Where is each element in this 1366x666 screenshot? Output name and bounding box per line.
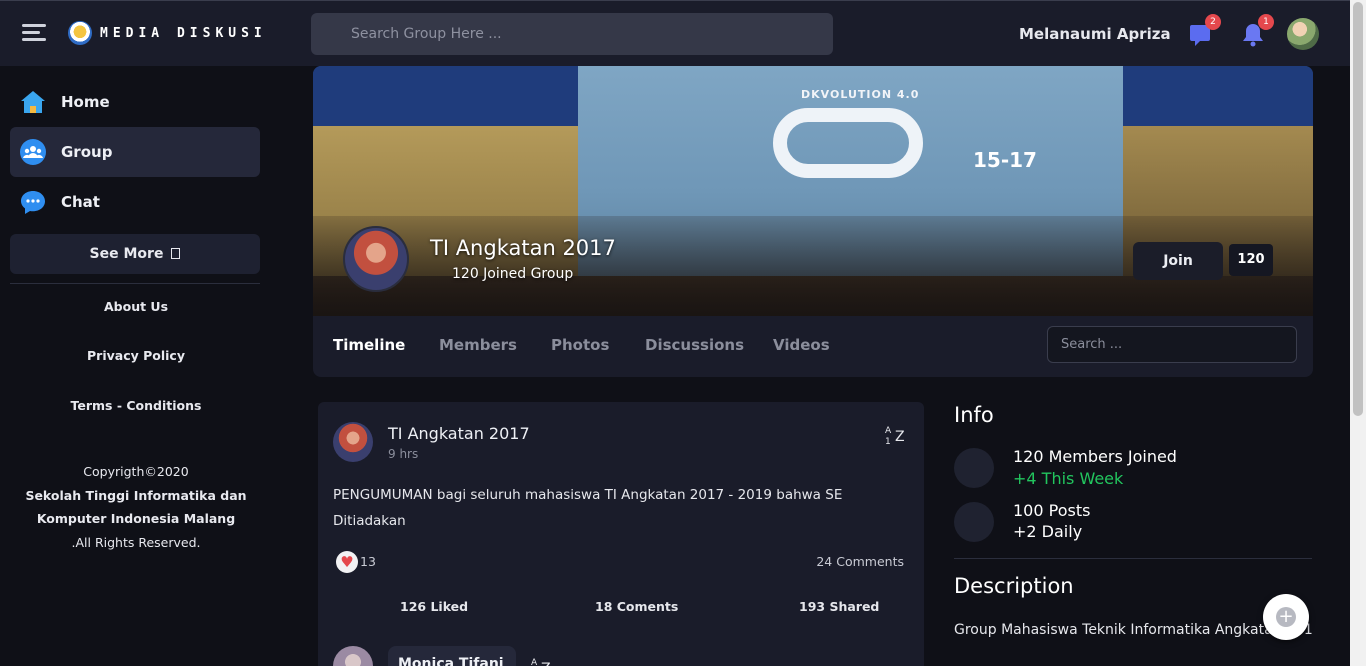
app-logo[interactable]: MEDIA DISKUSI <box>68 21 267 45</box>
sidebar-item-group[interactable]: Group <box>10 127 260 177</box>
sort-translate-icon: A Z <box>531 658 551 666</box>
posts-icon <box>954 502 994 542</box>
banner-date: 15-17 <box>973 148 1037 172</box>
svg-text:A: A <box>885 426 892 436</box>
svg-text:Z: Z <box>541 661 551 666</box>
chat-icon <box>21 191 45 214</box>
sidebar-item-label: Chat <box>61 193 100 211</box>
svg-text:A: A <box>531 658 538 666</box>
tab-discussions[interactable]: Discussions <box>645 336 744 354</box>
logo-text: MEDIA DISKUSI <box>100 25 267 41</box>
user-avatar[interactable] <box>1287 18 1319 50</box>
description-text: Group Mahasiswa Teknik Informatika Angka… <box>954 622 1312 638</box>
sidebar: Home Group Chat See More About Us Privac… <box>0 66 270 666</box>
members-this-week: +4 This Week <box>1013 469 1124 488</box>
user-name[interactable]: Melanaumi Apriza <box>1019 25 1171 43</box>
join-button[interactable]: Join <box>1133 242 1223 280</box>
members-icon <box>954 448 994 488</box>
post-time: 9 hrs <box>388 447 419 461</box>
comment-author[interactable]: Monica Tifani <box>398 656 504 666</box>
terms-conditions-link[interactable]: Terms - Conditions <box>0 398 272 413</box>
privacy-policy-link[interactable]: Privacy Policy <box>0 348 272 363</box>
messages-badge: 2 <box>1205 14 1221 30</box>
post-author[interactable]: TI Angkatan 2017 <box>388 424 530 443</box>
sidebar-divider <box>10 283 260 284</box>
tab-photos[interactable]: Photos <box>551 336 609 354</box>
notifications-badge: 1 <box>1258 14 1274 30</box>
notifications-button[interactable]: 1 <box>1242 14 1274 47</box>
group-avatar[interactable] <box>343 226 409 292</box>
expand-icon <box>171 248 181 259</box>
svg-text:1: 1 <box>885 437 891 446</box>
tab-timeline[interactable]: Timeline <box>333 336 405 354</box>
copyright-org: Sekolah Tinggi Informatika dan <box>25 487 247 503</box>
about-us-link[interactable]: About Us <box>0 299 272 314</box>
see-more-button[interactable]: See More <box>10 234 260 274</box>
banner-infinity-logo <box>773 108 923 178</box>
info-heading: Info <box>954 403 994 427</box>
sort-translate-icon: A 1 Z <box>885 426 905 447</box>
sidebar-item-label: Home <box>61 93 110 111</box>
top-bar: MEDIA DISKUSI Search Group Here ... Mela… <box>0 0 1350 66</box>
copyright-year: Copyrigth©2020 <box>83 464 189 479</box>
svg-text:Z: Z <box>895 429 905 445</box>
home-icon <box>21 91 45 113</box>
comment-bubble: Monica Tifani <box>388 646 516 666</box>
group-search-input[interactable]: Search Group Here ... <box>311 13 833 55</box>
group-title: TI Angkatan 2017 <box>430 236 616 260</box>
group-tabs: Timeline Members Photos Discussions Vide… <box>313 316 1313 377</box>
heart-icon[interactable]: ♥ <box>336 551 358 573</box>
info-divider <box>954 558 1312 559</box>
menu-icon[interactable] <box>22 24 46 42</box>
sidebar-item-label: Group <box>61 143 113 161</box>
description-heading: Description <box>954 574 1074 598</box>
banner-title: DKVOLUTION 4.0 <box>801 88 920 101</box>
translate-icon[interactable]: A 1 Z <box>884 424 906 450</box>
copyright: Copyrigth©2020 Sekolah Tinggi Informatik… <box>0 460 272 554</box>
tab-videos[interactable]: Videos <box>773 336 830 354</box>
group-content-search-input[interactable]: Search ... <box>1047 326 1297 363</box>
add-button[interactable]: + <box>1263 594 1309 640</box>
members-joined: 120 Members Joined <box>1013 447 1177 466</box>
post-body: PENGUMUMAN bagi seluruh mahasiswa TI Ang… <box>333 487 843 529</box>
see-more-label: See More <box>89 246 164 262</box>
comments-count[interactable]: 24 Comments <box>816 554 904 569</box>
sidebar-item-chat[interactable]: Chat <box>10 177 260 227</box>
scrollbar-thumb[interactable] <box>1353 2 1363 416</box>
comment-author-avatar[interactable] <box>333 646 373 666</box>
sidebar-item-home[interactable]: Home <box>10 77 260 127</box>
posts-daily: +2 Daily <box>1013 522 1083 541</box>
comment-button[interactable]: 18 Coments <box>595 599 678 614</box>
translate-icon[interactable]: A Z <box>530 656 552 666</box>
share-button[interactable]: 193 Shared <box>799 599 879 614</box>
plus-icon: + <box>1276 607 1296 627</box>
joined-count: 120 Joined Group <box>452 266 574 282</box>
tab-members[interactable]: Members <box>439 336 517 354</box>
logo-emblem-icon <box>68 21 92 45</box>
post-author-avatar[interactable] <box>333 422 373 462</box>
post-card: TI Angkatan 2017 9 hrs A 1 Z PENGUMUMAN … <box>318 402 924 666</box>
group-icon <box>20 139 46 165</box>
join-count-badge: 120 <box>1229 244 1273 276</box>
messages-button[interactable]: 2 <box>1189 14 1221 47</box>
group-cover: DKVOLUTION 4.0 15-17 TI Angkatan 2017 12… <box>313 66 1313 316</box>
reaction-count: 13 <box>360 554 376 569</box>
posts-count: 100 Posts <box>1013 501 1091 520</box>
copyright-rights: .All Rights Reserved. <box>71 534 201 550</box>
like-button[interactable]: 126 Liked <box>400 599 468 614</box>
copyright-org: Komputer Indonesia Malang <box>36 511 236 526</box>
page-scrollbar[interactable] <box>1350 0 1366 666</box>
